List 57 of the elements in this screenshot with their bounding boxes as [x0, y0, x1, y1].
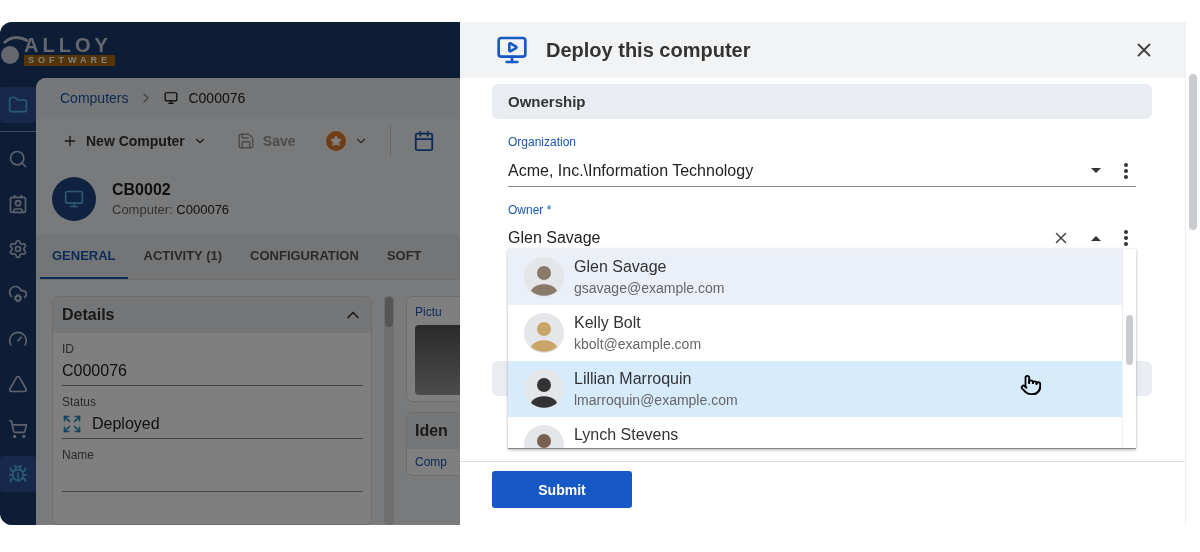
more-options-icon [1124, 230, 1128, 246]
option-name: Lynch Stevens [574, 426, 679, 444]
calendar-icon[interactable] [412, 130, 435, 152]
option-name: Glen Savage [574, 258, 668, 276]
breadcrumb-current: C000076 [188, 90, 246, 106]
option[interactable]: Glen Savage gsavage@example.com [508, 249, 1122, 305]
new-computer-button[interactable]: New Computer [62, 133, 207, 149]
computer-avatar [52, 177, 96, 221]
avatar-silhouette-icon [524, 313, 564, 353]
nav-button[interactable] [0, 456, 36, 492]
nav-button[interactable] [0, 87, 36, 123]
option-email: kbolt@example.com [574, 336, 702, 352]
card-title: Pictu [415, 305, 443, 319]
card-title: Iden [415, 422, 448, 440]
record-title: CB0002 [112, 181, 172, 199]
card-title: Details [62, 306, 115, 324]
record-subtitle: Computer: C000076 [112, 202, 230, 217]
option-email: gsavage@example.com [574, 280, 725, 296]
field-value: C000076 [62, 356, 363, 386]
field-value: Deployed [62, 409, 363, 439]
scrollbar[interactable] [384, 296, 394, 525]
field-label: ID [62, 342, 75, 356]
more-options-icon [1124, 162, 1128, 179]
drawer-title: Deploy this computer [546, 38, 752, 62]
scrollbar[interactable] [1122, 249, 1136, 448]
monitor-icon [164, 91, 179, 105]
select-field[interactable]: Acme, Inc.\Information Technology [508, 155, 1136, 187]
field-label: Organization [508, 135, 578, 149]
section-header: Ownership [492, 84, 1152, 119]
logo-tagline: SOFTWARE [24, 54, 115, 66]
option-name: Lillian Marroquin [574, 370, 693, 388]
expand-arrows-icon [62, 413, 82, 434]
hand-cursor-icon [1020, 374, 1042, 396]
cloud-gear-icon [8, 284, 28, 304]
avatar-silhouette-icon [524, 369, 564, 409]
logo-wordmark: ALLOY [24, 34, 113, 55]
bug-icon [8, 464, 28, 484]
laptop-photo-placeholder [415, 325, 460, 395]
gear-icon [8, 239, 28, 259]
cart-icon [8, 419, 28, 439]
field-label: Comp [415, 455, 448, 469]
field-label: Owner * [508, 203, 553, 217]
option-email: lmarroquin@example.com [574, 392, 738, 408]
field-label: Name [62, 448, 95, 462]
avatar-silhouette-icon [524, 257, 564, 297]
field-label: Status [62, 395, 98, 409]
folder-icon [8, 95, 28, 115]
search-icon [8, 149, 28, 169]
id-card-icon [8, 194, 28, 214]
option-name: Kelly Bolt [574, 314, 642, 332]
option[interactable]: Lynch Stevens [508, 417, 1122, 448]
plus-icon [62, 133, 78, 149]
submit-button[interactable]: Submit [492, 471, 632, 508]
option[interactable]: Lillian Marroquin lmarroquin@example.com [508, 361, 1122, 417]
gauge-icon [8, 329, 28, 349]
monitor-icon [496, 34, 528, 66]
triangle-icon [8, 374, 28, 394]
